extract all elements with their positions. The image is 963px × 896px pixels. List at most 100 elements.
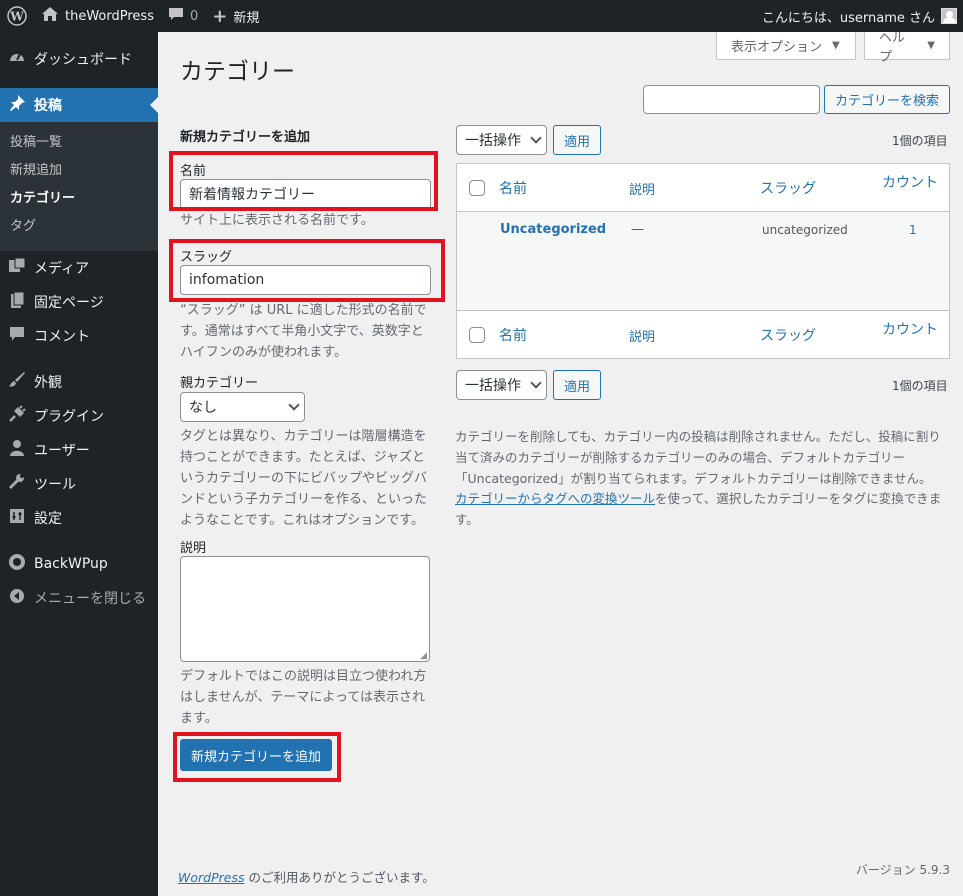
bulk-actions-value: 一括操作 [465, 133, 521, 149]
account-menu[interactable]: こんにちは、username さん [762, 0, 963, 32]
wordpress-logo-icon[interactable]: W [0, 0, 34, 32]
submenu-add-new[interactable]: 新規追加 [0, 157, 158, 185]
paintbrush-icon [7, 371, 27, 393]
column-count[interactable]: カウント [882, 172, 938, 192]
media-icon [7, 257, 27, 279]
column-slug[interactable]: スラッグ [760, 178, 816, 198]
menu-plugins[interactable]: プラグイン [0, 399, 158, 433]
bulk-actions-select-top[interactable]: 一括操作 [456, 125, 547, 155]
menu-settings[interactable]: 設定 [0, 501, 158, 535]
menu-pages[interactable]: 固定ページ [0, 285, 158, 319]
new-content-link[interactable]: + 新規 [205, 0, 266, 32]
home-icon [41, 6, 59, 26]
chevron-down-icon [530, 132, 542, 144]
menu-comments[interactable]: コメント [0, 319, 158, 353]
menu-dashboard[interactable]: ダッシュボード [0, 42, 158, 76]
menu-media[interactable]: メディア [0, 251, 158, 285]
plus-icon: + [212, 5, 228, 27]
version-text: バージョン 5.9.3 [855, 863, 950, 877]
site-name: theWordPress [65, 8, 154, 24]
converter-note: カテゴリーからタグへの変換ツールを使って、選択したカテゴリーをタグに変換できます… [455, 488, 951, 530]
parent-select[interactable]: なし [180, 392, 305, 422]
table-header: 名前 説明 スラッグ カウント [457, 164, 949, 212]
help-button[interactable]: ヘルプ ▼ [864, 31, 950, 65]
avatar [941, 8, 957, 24]
description-label: 説明 [180, 541, 207, 556]
items-count-top: 1個の項目 [892, 134, 948, 148]
slug-label: スラッグ [180, 250, 233, 265]
admin-menu: ダッシュボード 投稿 投稿一覧 新規追加 カテゴリー タグ メディア 固定ページ… [0, 32, 158, 896]
chevron-down-icon [288, 399, 300, 411]
menu-appearance[interactable]: 外観 [0, 365, 158, 399]
menu-comments-label: コメント [34, 329, 90, 345]
wordpress-link[interactable]: WordPress [178, 870, 244, 885]
posts-submenu: 投稿一覧 新規追加 カテゴリー タグ [0, 122, 158, 251]
table-footer: 名前 説明 スラッグ カウント [457, 310, 949, 358]
converter-link[interactable]: カテゴリーからタグへの変換ツール [455, 491, 655, 506]
help-label: ヘルプ [879, 30, 906, 65]
pushpin-icon [7, 94, 27, 116]
menu-appearance-label: 外観 [34, 375, 62, 391]
plugin-icon [7, 405, 27, 427]
site-name-link[interactable]: theWordPress [34, 0, 161, 32]
row-description: — [631, 222, 644, 237]
chevron-down-icon [530, 377, 542, 389]
menu-settings-label: 設定 [34, 511, 62, 527]
collapse-menu-button[interactable]: メニューを閉じる [0, 581, 158, 615]
row-count-link[interactable]: 1 [909, 223, 917, 237]
main-content: 表示オプション ▼ ヘルプ ▼ カテゴリー カテゴリーを検索 新規カテゴリーを追… [158, 31, 963, 896]
menu-pages-label: 固定ページ [34, 295, 104, 311]
name-help: サイト上に表示される名前です。 [180, 213, 374, 228]
search-button[interactable]: カテゴリーを検索 [824, 85, 951, 114]
page-title: カテゴリー [180, 59, 295, 85]
description-help: デフォルトではこの説明は目立つ使われ方はしませんが、テーマによっては表示されます… [180, 669, 427, 726]
comments-icon [7, 325, 27, 347]
resize-handle-icon: ◢ [420, 651, 427, 661]
select-all-checkbox[interactable] [469, 180, 485, 196]
column-slug-footer[interactable]: スラッグ [760, 325, 816, 345]
submenu-categories[interactable]: カテゴリー [0, 185, 158, 213]
submenu-tags[interactable]: タグ [0, 213, 158, 241]
select-all-checkbox-bottom[interactable] [469, 327, 485, 343]
comments-link[interactable]: 0 [161, 0, 205, 32]
wrench-icon [7, 473, 27, 495]
column-name-footer[interactable]: 名前 [499, 325, 527, 345]
admin-bar: W theWordPress 0 + 新規 こんにちは、username さん [0, 0, 963, 32]
apply-button-bottom[interactable]: 適用 [553, 370, 602, 400]
slug-field[interactable]: infomation [180, 265, 431, 295]
greeting: こんにちは、username さん [761, 10, 935, 26]
comments-count: 0 [189, 8, 199, 24]
menu-tools-label: ツール [34, 477, 76, 493]
column-description: 説明 [629, 183, 656, 198]
pages-icon [7, 291, 27, 313]
submenu-all-posts[interactable]: 投稿一覧 [0, 129, 158, 157]
menu-posts[interactable]: 投稿 [0, 88, 158, 122]
dashboard-icon [7, 48, 27, 70]
categories-table: 名前 説明 スラッグ カウント Uncategorized — uncatego… [456, 163, 950, 359]
svg-text:W: W [9, 10, 24, 24]
menu-tools[interactable]: ツール [0, 467, 158, 501]
search-input[interactable] [643, 85, 820, 114]
bulk-actions-select-bottom[interactable]: 一括操作 [456, 370, 547, 400]
form-heading: 新規カテゴリーを追加 [180, 130, 311, 145]
column-count-footer[interactable]: カウント [882, 319, 938, 339]
name-field[interactable]: 新着情報カテゴリー [180, 179, 431, 209]
menu-backwpup[interactable]: BackWPup [0, 547, 158, 581]
caret-down-icon: ▼ [927, 40, 935, 51]
screen-options-button[interactable]: 表示オプション ▼ [716, 32, 856, 60]
menu-users[interactable]: ユーザー [0, 433, 158, 467]
name-label: 名前 [180, 164, 207, 179]
delete-note: カテゴリーを削除しても、カテゴリー内の投稿は削除されません。ただし、投稿に割り当… [455, 429, 941, 486]
user-icon [7, 439, 27, 461]
footer-thanks: WordPress のご利用ありがとうございます。 [178, 867, 435, 886]
apply-button-top[interactable]: 適用 [553, 125, 602, 155]
row-name-link[interactable]: Uncategorized [500, 222, 606, 237]
footer-thanks-text: のご利用ありがとうございます。 [244, 870, 435, 885]
add-category-button[interactable]: 新規カテゴリーを追加 [180, 739, 332, 771]
column-name[interactable]: 名前 [499, 178, 527, 198]
menu-dashboard-label: ダッシュボード [34, 52, 132, 68]
parent-select-value: なし [189, 400, 217, 416]
description-textarea[interactable]: ◢ [180, 556, 430, 662]
slug-help: “スラッグ” は URL に適した形式の名前です。通常はすべて半角小文字で、英数… [180, 303, 427, 360]
row-slug: uncategorized [762, 223, 848, 237]
